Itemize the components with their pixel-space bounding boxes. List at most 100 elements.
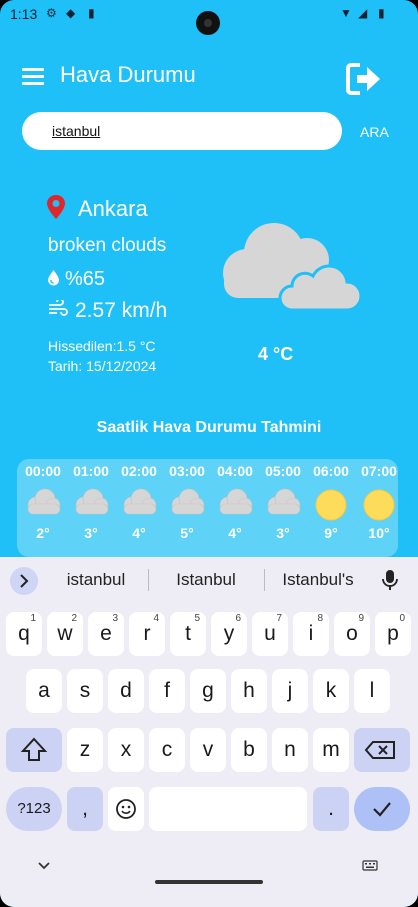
hour-temperature: 2° [36,525,50,541]
backspace-key[interactable] [354,728,410,772]
key-s[interactable]: s [67,669,103,713]
suggestion-item[interactable]: Istanbul [160,570,252,590]
key-q[interactable]: q1 [6,612,42,656]
key-j[interactable]: j [272,669,308,713]
city-name: Ankara [78,196,148,221]
key-g[interactable]: g [190,669,226,713]
hourly-item: 03:00 5° [163,459,211,557]
wind-speed-value: 2.57 km/h [75,299,168,322]
comma-key[interactable]: , [67,787,103,831]
key-z[interactable]: z [67,728,103,772]
key-f[interactable]: f [149,669,185,713]
key-label: t [185,622,191,645]
key-p[interactable]: p0 [375,612,411,656]
search-button[interactable]: ARA [360,124,389,140]
current-temperature: 4 °C [258,344,294,364]
water-drop-icon [48,270,59,286]
suggestion-bar: istanbul Istanbul Istanbul's [0,557,418,602]
humidity-value: %65 [65,268,106,290]
suggestion-item[interactable]: istanbul [52,570,140,590]
hour-label: 05:00 [265,463,301,479]
weather-app-screen: 1:13 ⚙ ◆ ▮ ▼ ◢ ▮ Hava Durumu ARA Ankara … [0,0,418,907]
key-n[interactable]: n [272,728,308,772]
key-u[interactable]: u7 [252,612,288,656]
shift-key[interactable] [6,728,62,772]
city-search-input[interactable] [22,112,342,150]
key-v[interactable]: v [190,728,226,772]
hourly-item: 01:00 3° [67,459,115,557]
key-k[interactable]: k [313,669,349,713]
key-h[interactable]: h [231,669,267,713]
home-indicator[interactable] [155,880,263,884]
key-y[interactable]: y6 [211,612,247,656]
front-camera [196,11,220,35]
key-m[interactable]: m [313,728,349,772]
status-bar: 1:13 ⚙ ◆ ▮ ▼ ◢ ▮ [0,0,418,35]
period-key[interactable]: . [313,787,349,831]
key-x[interactable]: x [108,728,144,772]
enter-key[interactable] [354,787,410,831]
hour-label: 03:00 [169,463,205,479]
key-i[interactable]: i8 [293,612,329,656]
key-hint: 9 [358,613,364,624]
key-hint: 6 [235,613,241,624]
key-label: w [57,622,73,645]
navigation-bar [0,852,418,907]
key-hint: 0 [399,613,405,624]
key-label: u [264,622,276,645]
hourly-item: 06:00 9° [307,459,355,557]
suggestion-divider [148,569,149,591]
hour-label: 07:00 [361,463,397,479]
hour-temperature: 3° [84,525,98,541]
key-hint: 3 [112,613,118,624]
hourly-item: 00:00 2° [19,459,67,557]
wind-icon [49,300,68,316]
hour-temperature: 10° [368,525,390,541]
key-c[interactable]: c [149,728,185,772]
location-pin-icon [47,195,65,219]
symbols-key[interactable]: ?123 [6,787,62,831]
key-e[interactable]: e3 [88,612,124,656]
shield-icon: ◆ [66,6,76,20]
key-hint: 1 [30,613,36,624]
microphone-icon[interactable] [382,569,398,591]
key-r[interactable]: r4 [129,612,165,656]
key-b[interactable]: b [231,728,267,772]
feels-like-text: Hissedilen:1.5 °C [48,338,156,354]
logout-icon[interactable] [346,62,382,96]
hourly-forecast-list[interactable]: 00:00 2° 01:00 3° 02:00 4° 03:00 5° 04:0… [17,459,398,557]
key-hint: 7 [276,613,282,624]
hour-temperature: 4° [132,525,146,541]
expand-toolbar-button[interactable] [10,567,38,595]
key-l[interactable]: l [354,669,390,713]
key-t[interactable]: t5 [170,612,206,656]
suggestion-item[interactable]: Istanbul's [272,570,364,590]
keyboard-switch-icon[interactable] [362,860,378,872]
sun-icon [315,489,347,521]
key-a[interactable]: a [26,669,62,713]
hourly-item: 04:00 4° [211,459,259,557]
space-key[interactable] [149,787,307,831]
hour-temperature: 5° [180,525,194,541]
emoji-icon[interactable] [108,787,144,831]
hourly-item: 05:00 3° [259,459,307,557]
key-label: q [18,622,30,645]
wifi-icon: ▼ [340,6,352,20]
cloud-icon [27,488,61,515]
sun-icon [363,489,395,521]
cloud-icon [123,488,157,515]
status-time: 1:13 [10,6,38,22]
key-o[interactable]: o9 [334,612,370,656]
hour-temperature: 3° [276,525,290,541]
key-label: r [143,622,151,645]
key-d[interactable]: d [108,669,144,713]
key-hint: 5 [194,613,200,624]
hour-label: 00:00 [25,463,61,479]
hide-keyboard-chevron-icon[interactable] [37,860,51,870]
key-label: p [387,622,399,645]
key-w[interactable]: w2 [47,612,83,656]
cloud-icon [267,488,301,515]
on-screen-keyboard: istanbul Istanbul Istanbul's q1 w2 e3 r4… [0,557,418,907]
menu-icon[interactable] [22,68,44,86]
cell-signal-icon: ◢ [358,6,368,20]
